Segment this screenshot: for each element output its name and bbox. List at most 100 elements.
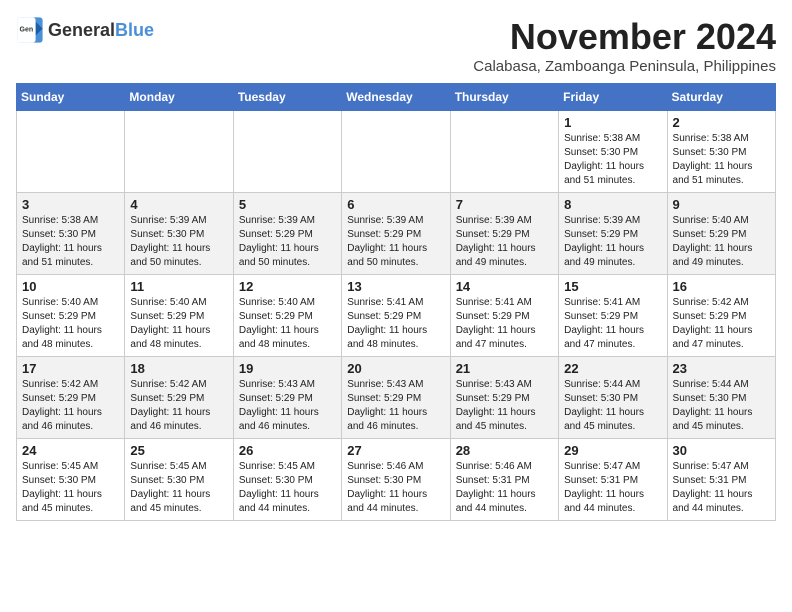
day-details: Sunrise: 5:40 AM Sunset: 5:29 PM Dayligh… <box>22 296 119 352</box>
day-number: 9 <box>673 197 770 212</box>
calendar-week-row: 10 Sunrise: 5:40 AM Sunset: 5:29 PM Dayli… <box>17 275 776 357</box>
day-details: Sunrise: 5:43 AM Sunset: 5:29 PM Dayligh… <box>347 378 444 434</box>
calendar-cell <box>450 111 558 193</box>
logo-icon: Gen <box>16 16 44 44</box>
calendar-cell: 25 Sunrise: 5:45 AM Sunset: 5:30 PM Dayli… <box>125 439 233 521</box>
day-number: 23 <box>673 361 770 376</box>
logo-text: GeneralBlue <box>48 20 154 41</box>
calendar-cell <box>125 111 233 193</box>
calendar-cell: 13 Sunrise: 5:41 AM Sunset: 5:29 PM Dayli… <box>342 275 450 357</box>
day-number: 27 <box>347 443 444 458</box>
calendar-cell: 29 Sunrise: 5:47 AM Sunset: 5:31 PM Dayli… <box>559 439 667 521</box>
calendar-cell: 21 Sunrise: 5:43 AM Sunset: 5:29 PM Dayli… <box>450 357 558 439</box>
day-details: Sunrise: 5:39 AM Sunset: 5:29 PM Dayligh… <box>456 214 553 270</box>
day-number: 24 <box>22 443 119 458</box>
calendar-cell: 27 Sunrise: 5:46 AM Sunset: 5:30 PM Dayli… <box>342 439 450 521</box>
day-number: 5 <box>239 197 336 212</box>
day-number: 26 <box>239 443 336 458</box>
day-details: Sunrise: 5:39 AM Sunset: 5:29 PM Dayligh… <box>239 214 336 270</box>
calendar-cell: 19 Sunrise: 5:43 AM Sunset: 5:29 PM Dayli… <box>233 357 341 439</box>
day-details: Sunrise: 5:46 AM Sunset: 5:31 PM Dayligh… <box>456 460 553 516</box>
day-details: Sunrise: 5:38 AM Sunset: 5:30 PM Dayligh… <box>22 214 119 270</box>
calendar-week-row: 24 Sunrise: 5:45 AM Sunset: 5:30 PM Dayli… <box>17 439 776 521</box>
calendar-cell: 23Sunrise: 5:44 AM Sunset: 5:30 PM Dayli… <box>667 357 775 439</box>
calendar-cell: 17Sunrise: 5:42 AM Sunset: 5:29 PM Dayli… <box>17 357 125 439</box>
day-details: Sunrise: 5:45 AM Sunset: 5:30 PM Dayligh… <box>22 460 119 516</box>
calendar-cell: 11 Sunrise: 5:40 AM Sunset: 5:29 PM Dayli… <box>125 275 233 357</box>
day-number: 14 <box>456 279 553 294</box>
day-header-thursday: Thursday <box>450 84 558 111</box>
day-details: Sunrise: 5:45 AM Sunset: 5:30 PM Dayligh… <box>130 460 227 516</box>
day-details: Sunrise: 5:42 AM Sunset: 5:29 PM Dayligh… <box>673 296 770 352</box>
calendar-cell: 22 Sunrise: 5:44 AM Sunset: 5:30 PM Dayli… <box>559 357 667 439</box>
calendar-cell: 26Sunrise: 5:45 AM Sunset: 5:30 PM Dayli… <box>233 439 341 521</box>
day-header-wednesday: Wednesday <box>342 84 450 111</box>
calendar-week-row: 17Sunrise: 5:42 AM Sunset: 5:29 PM Dayli… <box>17 357 776 439</box>
day-details: Sunrise: 5:41 AM Sunset: 5:29 PM Dayligh… <box>456 296 553 352</box>
day-header-sunday: Sunday <box>17 84 125 111</box>
day-number: 10 <box>22 279 119 294</box>
calendar-cell: 18Sunrise: 5:42 AM Sunset: 5:29 PM Dayli… <box>125 357 233 439</box>
day-number: 2 <box>673 115 770 130</box>
day-details: Sunrise: 5:41 AM Sunset: 5:29 PM Dayligh… <box>564 296 661 352</box>
calendar-cell: 5 Sunrise: 5:39 AM Sunset: 5:29 PM Daylig… <box>233 193 341 275</box>
day-details: Sunrise: 5:43 AM Sunset: 5:29 PM Dayligh… <box>239 378 336 434</box>
day-number: 4 <box>130 197 227 212</box>
calendar-cell <box>342 111 450 193</box>
day-header-tuesday: Tuesday <box>233 84 341 111</box>
day-number: 3 <box>22 197 119 212</box>
calendar-cell: 28Sunrise: 5:46 AM Sunset: 5:31 PM Dayli… <box>450 439 558 521</box>
calendar-cell: 2Sunrise: 5:38 AM Sunset: 5:30 PM Daylig… <box>667 111 775 193</box>
day-number: 6 <box>347 197 444 212</box>
calendar-cell: 24 Sunrise: 5:45 AM Sunset: 5:30 PM Dayli… <box>17 439 125 521</box>
day-details: Sunrise: 5:43 AM Sunset: 5:29 PM Dayligh… <box>456 378 553 434</box>
day-number: 15 <box>564 279 661 294</box>
day-details: Sunrise: 5:47 AM Sunset: 5:31 PM Dayligh… <box>564 460 661 516</box>
calendar-cell <box>17 111 125 193</box>
day-details: Sunrise: 5:41 AM Sunset: 5:29 PM Dayligh… <box>347 296 444 352</box>
calendar-cell: 9 Sunrise: 5:40 AM Sunset: 5:29 PM Daylig… <box>667 193 775 275</box>
day-number: 20 <box>347 361 444 376</box>
day-number: 22 <box>564 361 661 376</box>
logo: Gen GeneralBlue <box>16 16 154 44</box>
day-header-saturday: Saturday <box>667 84 775 111</box>
svg-text:Gen: Gen <box>20 26 34 33</box>
day-header-monday: Monday <box>125 84 233 111</box>
calendar-week-row: 1 Sunrise: 5:38 AM Sunset: 5:30 PM Daylig… <box>17 111 776 193</box>
day-details: Sunrise: 5:40 AM Sunset: 5:29 PM Dayligh… <box>130 296 227 352</box>
title-area: November 2024 Calabasa, Zamboanga Penins… <box>473 16 776 75</box>
day-details: Sunrise: 5:40 AM Sunset: 5:29 PM Dayligh… <box>239 296 336 352</box>
day-number: 7 <box>456 197 553 212</box>
day-number: 29 <box>564 443 661 458</box>
day-number: 13 <box>347 279 444 294</box>
calendar-week-row: 3 Sunrise: 5:38 AM Sunset: 5:30 PM Daylig… <box>17 193 776 275</box>
page-header: Gen GeneralBlue November 2024 Calabasa, … <box>16 16 776 75</box>
location-subtitle: Calabasa, Zamboanga Peninsula, Philippin… <box>473 58 776 75</box>
day-number: 25 <box>130 443 227 458</box>
calendar-cell: 16 Sunrise: 5:42 AM Sunset: 5:29 PM Dayli… <box>667 275 775 357</box>
calendar-cell: 30 Sunrise: 5:47 AM Sunset: 5:31 PM Dayli… <box>667 439 775 521</box>
day-number: 16 <box>673 279 770 294</box>
day-number: 19 <box>239 361 336 376</box>
day-details: Sunrise: 5:44 AM Sunset: 5:30 PM Dayligh… <box>564 378 661 434</box>
calendar-cell <box>233 111 341 193</box>
day-number: 11 <box>130 279 227 294</box>
day-number: 30 <box>673 443 770 458</box>
month-title: November 2024 <box>473 16 776 58</box>
day-number: 12 <box>239 279 336 294</box>
day-number: 8 <box>564 197 661 212</box>
calendar-cell: 6Sunrise: 5:39 AM Sunset: 5:29 PM Daylig… <box>342 193 450 275</box>
calendar-cell: 8Sunrise: 5:39 AM Sunset: 5:29 PM Daylig… <box>559 193 667 275</box>
day-header-friday: Friday <box>559 84 667 111</box>
calendar-header-row: SundayMondayTuesdayWednesdayThursdayFrid… <box>17 84 776 111</box>
day-details: Sunrise: 5:38 AM Sunset: 5:30 PM Dayligh… <box>564 132 661 188</box>
day-details: Sunrise: 5:47 AM Sunset: 5:31 PM Dayligh… <box>673 460 770 516</box>
calendar-cell: 14 Sunrise: 5:41 AM Sunset: 5:29 PM Dayli… <box>450 275 558 357</box>
calendar-cell: 12 Sunrise: 5:40 AM Sunset: 5:29 PM Dayli… <box>233 275 341 357</box>
day-number: 21 <box>456 361 553 376</box>
day-number: 1 <box>564 115 661 130</box>
day-details: Sunrise: 5:46 AM Sunset: 5:30 PM Dayligh… <box>347 460 444 516</box>
day-details: Sunrise: 5:40 AM Sunset: 5:29 PM Dayligh… <box>673 214 770 270</box>
calendar-cell: 1 Sunrise: 5:38 AM Sunset: 5:30 PM Daylig… <box>559 111 667 193</box>
calendar-cell: 7 Sunrise: 5:39 AM Sunset: 5:29 PM Daylig… <box>450 193 558 275</box>
